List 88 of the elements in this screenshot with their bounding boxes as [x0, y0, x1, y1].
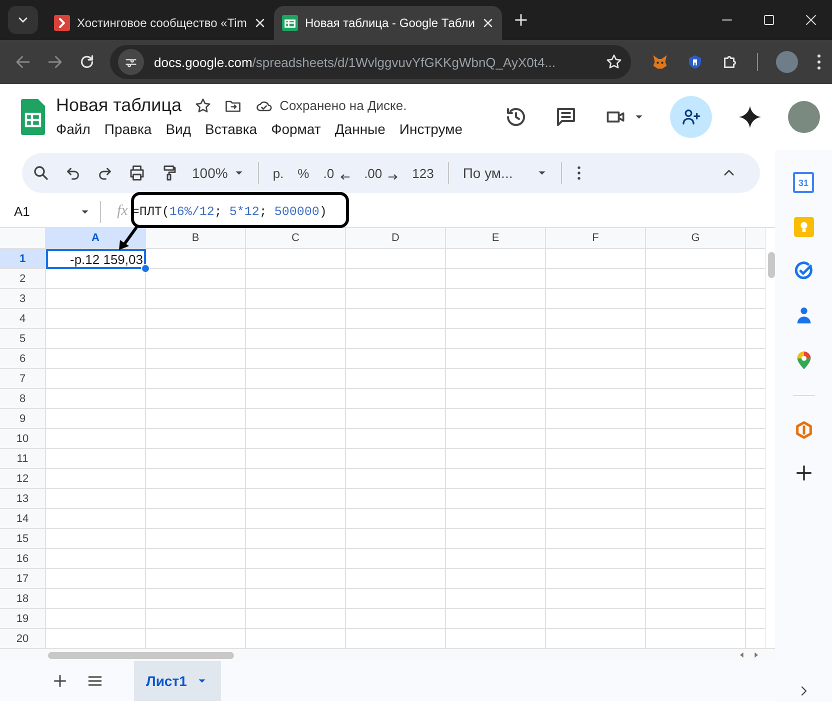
sheets-logo-icon[interactable] [20, 99, 46, 135]
row-header[interactable]: 15 [0, 529, 46, 549]
profile-avatar[interactable] [788, 101, 820, 133]
format-button[interactable]: % [298, 166, 310, 180]
back-icon[interactable] [14, 53, 32, 71]
zoom-dropdown[interactable]: 100% [192, 165, 244, 181]
column-header[interactable]: A [46, 228, 146, 249]
column-header[interactable]: E [446, 228, 546, 249]
menu-item[interactable]: Файл [56, 119, 98, 139]
arrow-left-icon [340, 172, 350, 180]
menu-item[interactable]: Данные [328, 119, 392, 139]
column-header[interactable]: B [146, 228, 246, 249]
extensions-icon[interactable] [721, 53, 739, 71]
menu-item[interactable]: Вид [158, 119, 198, 139]
column-header[interactable]: G [646, 228, 746, 249]
row-header[interactable]: 2 [0, 269, 46, 289]
row-header[interactable]: 4 [0, 309, 46, 329]
reload-icon[interactable] [78, 53, 96, 71]
column-header[interactable]: D [346, 228, 446, 249]
menu-item[interactable]: Правка [97, 119, 159, 139]
row-header[interactable]: 9 [0, 409, 46, 429]
menu-item[interactable]: Инструме [392, 119, 470, 139]
row-header[interactable]: 7 [0, 369, 46, 389]
hexagon-app-icon[interactable] [794, 420, 814, 440]
more-vertical-icon[interactable] [816, 53, 822, 71]
row-header[interactable]: 6 [0, 349, 46, 369]
row-header[interactable]: 18 [0, 589, 46, 609]
star-icon[interactable] [194, 96, 212, 114]
document-title[interactable]: Новая таблица [56, 95, 182, 116]
forward-icon[interactable] [46, 53, 64, 71]
site-logo-icon[interactable] [54, 15, 70, 31]
scroll-right-icon[interactable] [752, 651, 760, 659]
row-header[interactable]: 17 [0, 569, 46, 589]
font-dropdown[interactable]: По ум... [462, 165, 547, 181]
row-header[interactable]: 16 [0, 549, 46, 569]
close-icon[interactable] [254, 17, 266, 29]
arrow-right-icon [388, 172, 398, 180]
browser-tab[interactable]: Новая таблица - Google Табли [274, 6, 502, 40]
row-header[interactable]: 14 [0, 509, 46, 529]
format-button[interactable]: .0 [323, 166, 350, 180]
menu-item[interactable]: Формат [264, 119, 328, 139]
scroll-left-icon[interactable] [738, 651, 746, 659]
menu-item[interactable]: Вставка [198, 119, 264, 139]
add-sheet-icon[interactable] [52, 673, 68, 689]
scrollbar-thumb[interactable] [768, 252, 775, 278]
share-button[interactable] [670, 96, 712, 138]
new-tab-icon[interactable] [514, 13, 528, 27]
url-text: docs.google.com/spreadsheets/d/1WvlggvuvYfGKKgWbnQ_AyX0t4... [154, 54, 557, 70]
annotation-arrow [116, 226, 140, 252]
row-header[interactable]: 11 [0, 449, 46, 469]
bookmark-star-icon[interactable] [605, 53, 623, 71]
print-icon[interactable] [128, 164, 146, 182]
scrollbar-thumb[interactable] [48, 652, 234, 658]
row-header[interactable]: 12 [0, 469, 46, 489]
row-header[interactable]: 3 [0, 289, 46, 309]
add-icon[interactable] [794, 464, 812, 482]
sparkle-icon[interactable] [738, 105, 762, 129]
comment-icon[interactable] [554, 105, 578, 129]
sheet-tab[interactable]: Лист1 [134, 661, 221, 701]
add-person-icon [681, 107, 701, 127]
function-icon: fx [117, 203, 128, 220]
row-header[interactable]: 10 [0, 429, 46, 449]
formula-text[interactable]: =ПЛТ(16%/12; 5*12; 500000) [132, 204, 327, 218]
format-button[interactable]: р. [272, 166, 284, 180]
name-box[interactable]: A1 [14, 204, 30, 219]
maximize-icon[interactable] [763, 14, 775, 26]
more-vertical-icon[interactable] [576, 165, 582, 181]
shield-extension-icon[interactable] [687, 53, 703, 71]
profile-avatar[interactable] [776, 51, 798, 73]
address-bar[interactable]: docs.google.com/spreadsheets/d/1WvlggvuvYfGKKgWbnQ_AyX0t4... [110, 45, 631, 79]
row-header[interactable]: 19 [0, 609, 46, 629]
row-header[interactable]: 1 [0, 249, 46, 269]
fox-extension-icon[interactable] [651, 53, 669, 71]
row-header[interactable]: 5 [0, 329, 46, 349]
format-button[interactable]: .00 [364, 166, 398, 180]
browser-tab[interactable]: Хостинговое сообщество «Tim [46, 6, 274, 40]
column-header[interactable]: F [546, 228, 646, 249]
row-header[interactable]: 8 [0, 389, 46, 409]
format-button[interactable]: 123 [412, 166, 434, 180]
history-icon[interactable] [504, 105, 528, 129]
row-header[interactable]: 13 [0, 489, 46, 509]
close-icon[interactable] [482, 17, 494, 29]
save-status: Сохранено на Диске. [280, 98, 407, 113]
column-header[interactable]: C [246, 228, 346, 249]
sheets-logo-icon[interactable] [282, 15, 298, 31]
calendar-icon[interactable]: 31 [793, 172, 814, 193]
close-icon[interactable] [805, 14, 817, 26]
search-icon[interactable] [32, 164, 50, 182]
